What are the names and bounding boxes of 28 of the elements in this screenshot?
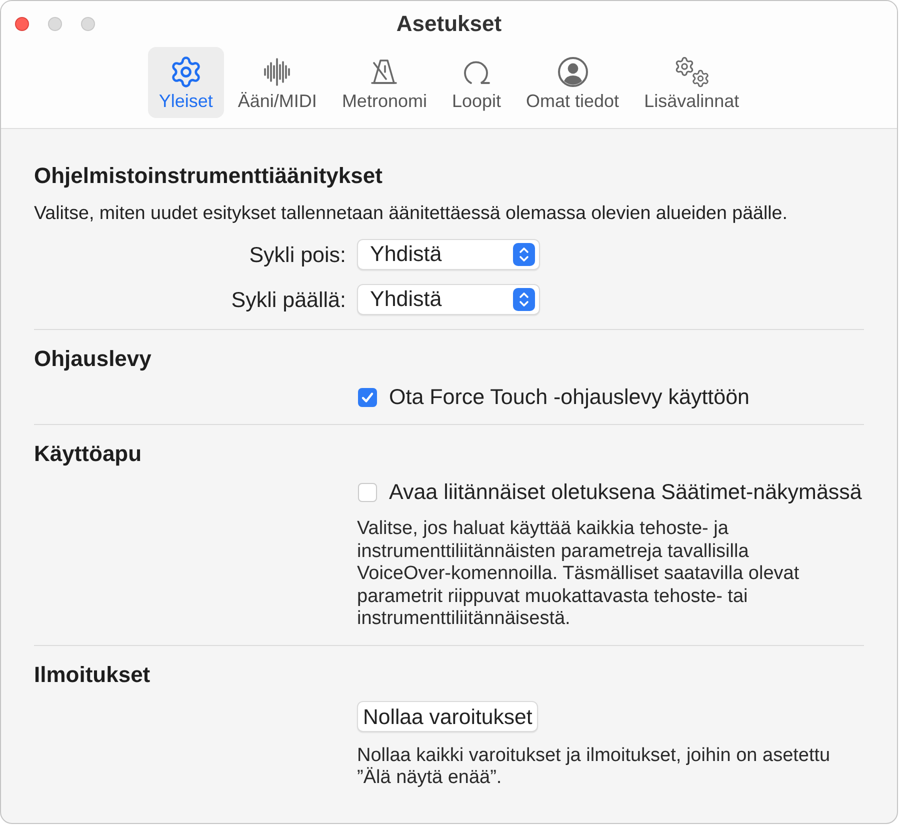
field-label: Sykli pois: [248,242,346,268]
stepper-icon [513,243,535,266]
toolbar-tab[interactable]: Lisävalinnat [633,47,750,118]
toolbar-tab[interactable]: Loopit [440,47,512,118]
reset-button[interactable]: Nollaa varoitukset [357,700,538,732]
toolbar-tab[interactable]: Ääni/MIDI [226,47,328,118]
section-heading: Käyttöapu [34,441,143,467]
section-description: Valitse, miten uudet esitykset tallennetaan äänitettäessä olemassa olevien alueiden päälle. [34,201,788,225]
stepper-icon [513,288,535,311]
section-heading: Ilmoitukset [34,662,152,688]
checkbox-label[interactable]: Ota Force Touch -ohjauslevy käyttöön [389,384,750,410]
toolbar-tab[interactable]: Omat tiedot [515,47,630,118]
gears-icon [674,56,710,88]
checkbox-label[interactable]: Avaa liitännäiset oletuksena Säätimet-näkymässä [389,479,862,505]
toolbar-tab[interactable]: Metronomi [330,47,438,118]
section-heading: Ohjauslevy [34,346,152,372]
help-text: Valitse, jos haluat käyttää kaikkia tehoste- ja instrumenttiliitännäisten parametreja tavallisilla VoiceOver-komennoilla. Täsmälliset saatavilla olevat parametrit riippuvat muokattavasta tehoste- tai instrumenttiliitännäisestä. [357,518,800,630]
help-text: Nollaa kaikki varoitukset ja ilmoitukset, joihin on asetettu ”Älä näytä enää”. [357,744,832,790]
toolbar-tab[interactable]: Yleiset [148,47,224,118]
checkbox[interactable] [358,482,377,502]
user-circle-icon [556,56,589,88]
window-title: Asetukset [396,10,502,36]
field-label: Sykli päällä: [230,286,346,312]
section-heading: Ohjelmistoinstrumenttiäänitykset [34,163,384,189]
close-button[interactable] [15,16,29,30]
checkbox[interactable] [358,388,377,406]
popup-button[interactable]: Yhdistä [357,239,540,270]
popup-button[interactable]: Yhdistä [357,284,540,315]
